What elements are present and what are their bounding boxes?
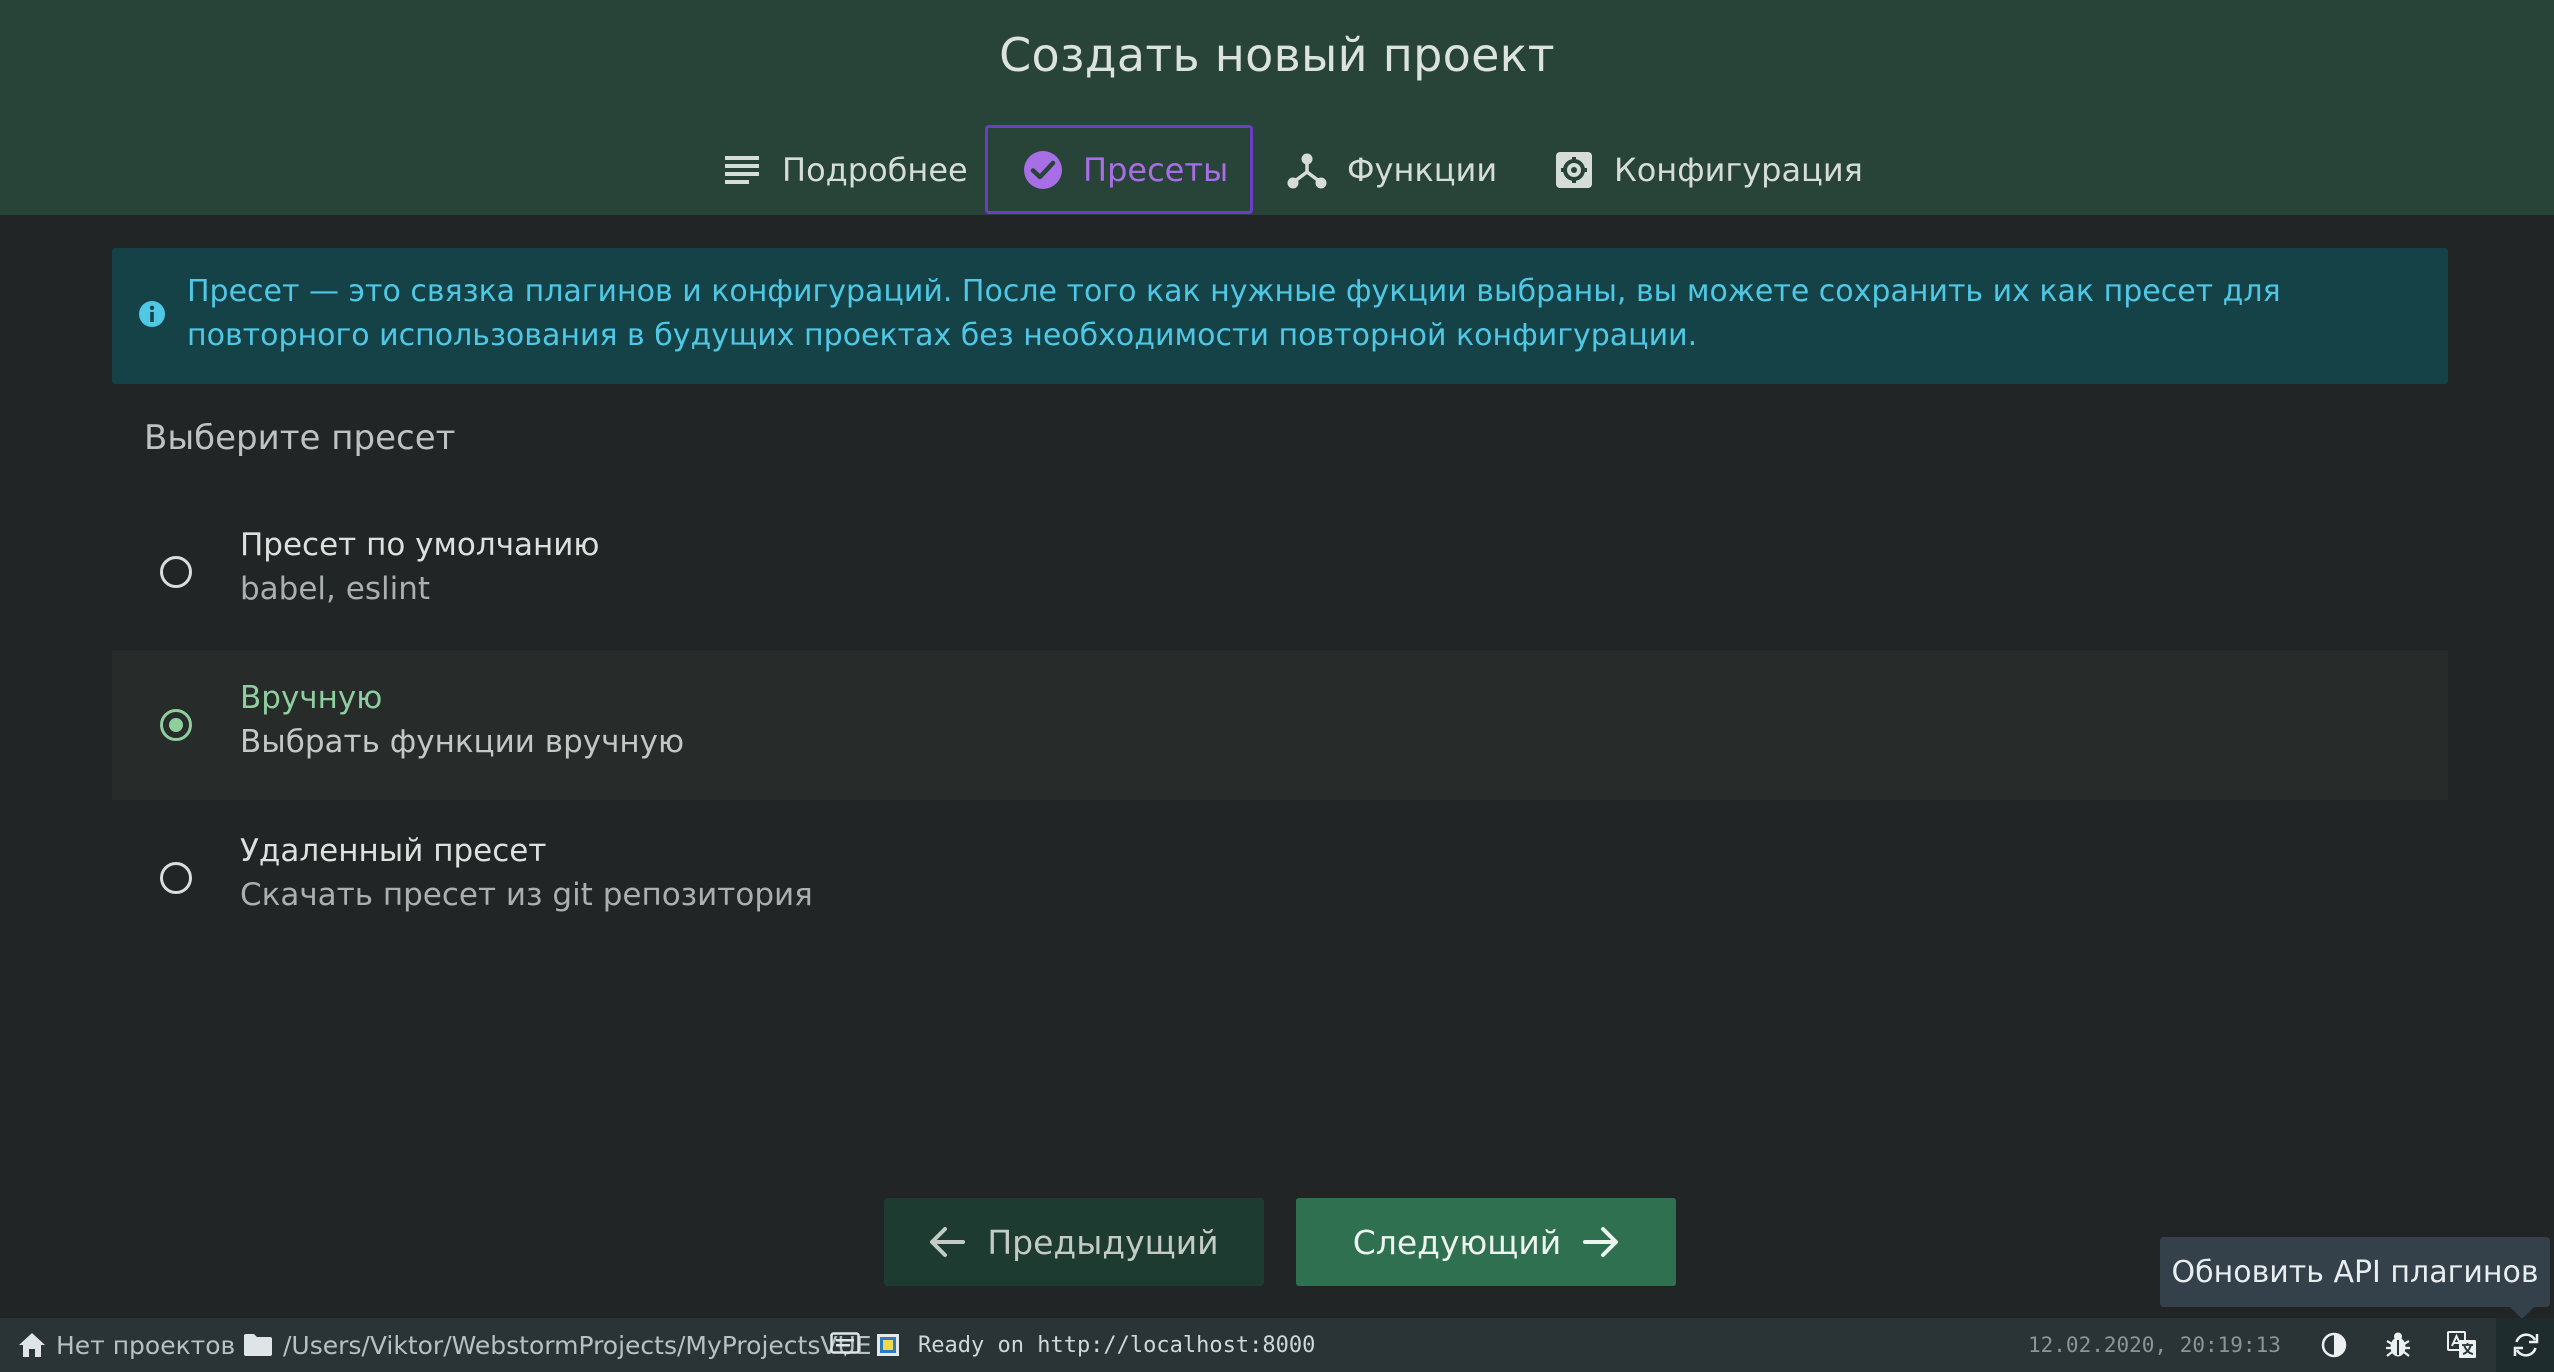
- info-text: Пресет — это связка плагинов и конфигура…: [187, 274, 2281, 353]
- log-message: Ready on http://localhost:8000: [918, 1332, 1316, 1358]
- preset-option-manual[interactable]: Вручную Выбрать функции вручную: [112, 650, 2448, 800]
- section-title: Выберите пресет: [144, 418, 456, 458]
- console-icon[interactable]: [830, 1318, 860, 1372]
- tab-presets[interactable]: Пресеты: [985, 125, 1253, 214]
- project-label: Нет проектов: [56, 1330, 236, 1360]
- preset-name: Удаленный пресет: [240, 833, 547, 869]
- refresh-icon: [2513, 1333, 2539, 1357]
- arrow-left-icon: [930, 1227, 966, 1257]
- theme-toggle-button[interactable]: [2304, 1318, 2364, 1372]
- timestamp: 12.02.2020, 20:19:13: [2028, 1333, 2281, 1357]
- check-circle-icon: [1023, 150, 1063, 190]
- settings-box-icon: [1554, 150, 1594, 190]
- next-button-label: Следующий: [1352, 1222, 1562, 1262]
- language-button[interactable]: [2432, 1318, 2492, 1372]
- project-selector[interactable]: Нет проектов: [18, 1318, 235, 1372]
- radio-dot: [169, 718, 183, 732]
- status-bar: Нет проектов /Users/Viktor/WebstormProje…: [0, 1318, 2554, 1372]
- status-indicator-icon: [877, 1318, 899, 1372]
- tooltip: Обновить API плагинов: [2160, 1237, 2550, 1307]
- tab-label: Конфигурация: [1614, 150, 1863, 189]
- tab-label: Функции: [1347, 150, 1498, 189]
- refresh-plugins-api-button[interactable]: [2496, 1318, 2554, 1372]
- list-icon: [722, 150, 762, 190]
- tab-configuration[interactable]: Конфигурация: [1554, 124, 1863, 215]
- preset-description: Выбрать функции вручную: [240, 724, 685, 760]
- info-icon: [138, 300, 166, 328]
- tab-details[interactable]: Подробнее: [722, 124, 968, 215]
- contrast-icon: [2321, 1332, 2347, 1358]
- arrow-right-icon: [1583, 1227, 1619, 1257]
- preset-option-remote[interactable]: Удаленный пресет Скачать пресет из git р…: [112, 803, 2448, 953]
- fork-icon: [1287, 150, 1327, 190]
- bug-icon: [2386, 1332, 2410, 1357]
- page-title: Создать новый проект: [999, 28, 1555, 82]
- header: Создать новый проект Подробнее Пресеты Ф…: [0, 0, 2554, 215]
- tab-functions[interactable]: Функции: [1287, 124, 1497, 215]
- folder-icon: [244, 1334, 272, 1356]
- radio-button[interactable]: [160, 862, 192, 894]
- radio-button[interactable]: [160, 556, 192, 588]
- preset-option-default[interactable]: Пресет по умолчанию babel, eslint: [112, 497, 2448, 647]
- preset-name: Пресет по умолчанию: [240, 527, 600, 563]
- folder-path[interactable]: /Users/Viktor/WebstormProjects/MyProject…: [243, 1318, 872, 1372]
- next-button[interactable]: Следующий: [1296, 1198, 1676, 1286]
- translate-icon: [2447, 1331, 2476, 1358]
- tab-label: Подробнее: [782, 150, 968, 189]
- preset-description: Скачать пресет из git репозитория: [240, 877, 813, 913]
- tab-label: Пресеты: [1083, 150, 1229, 189]
- bug-report-button[interactable]: [2368, 1318, 2428, 1372]
- preset-name: Вручную: [240, 680, 383, 716]
- radio-button-selected[interactable]: [160, 709, 192, 741]
- path-label: /Users/Viktor/WebstormProjects/MyProject…: [283, 1330, 872, 1360]
- tab-bar: Подробнее Пресеты Функции Конфигурация: [0, 124, 2554, 215]
- info-banner: Пресет — это связка плагинов и конфигура…: [112, 248, 2448, 384]
- preset-description: babel, eslint: [240, 571, 430, 607]
- previous-button-label: Предыдущий: [987, 1222, 1219, 1262]
- previous-button[interactable]: Предыдущий: [884, 1198, 1264, 1286]
- home-icon: [19, 1333, 45, 1357]
